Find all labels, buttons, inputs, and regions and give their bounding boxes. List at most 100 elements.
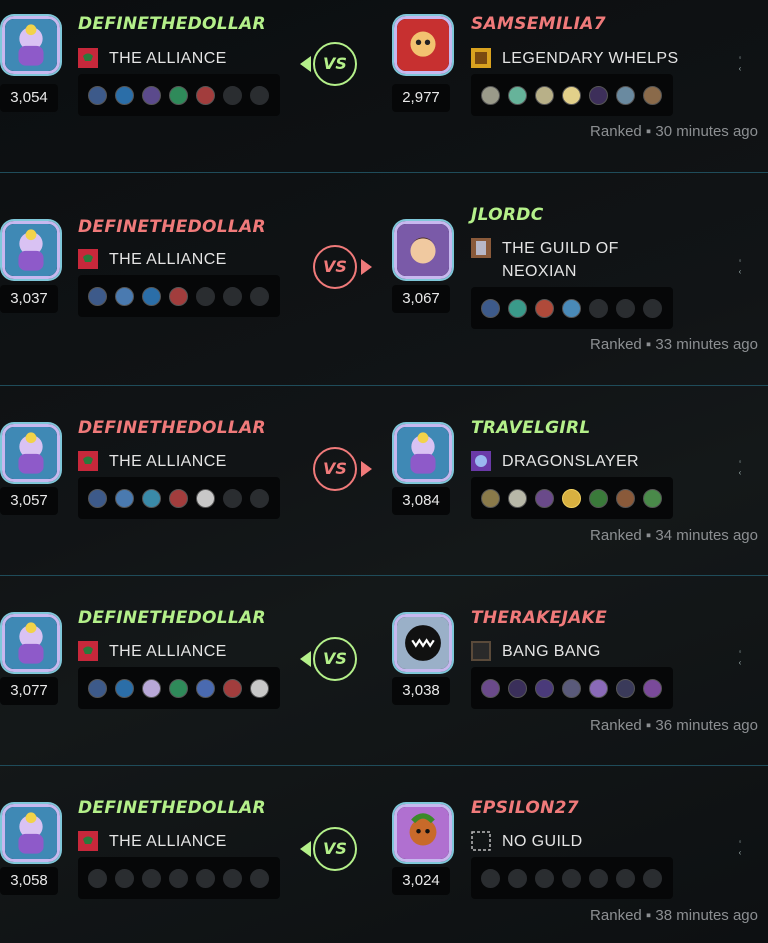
chevron-icon[interactable]: ◦ ‹: [735, 52, 745, 74]
player-name[interactable]: DEFINETHEDOLLAR: [78, 217, 266, 237]
winner-arrow-icon: [361, 461, 372, 477]
unit-icon[interactable]: [142, 286, 161, 306]
unit-icon[interactable]: [142, 488, 161, 508]
opponent-name[interactable]: TRAVELGIRL: [471, 418, 591, 438]
guild-name: LEGENDARY WHELPS: [502, 50, 679, 67]
unit-icon[interactable]: [481, 298, 500, 318]
unit-icon[interactable]: [88, 286, 107, 306]
red-banner-icon: [78, 249, 98, 269]
opponent-guild: NO GUILD: [471, 830, 583, 853]
player-guild: THE ALLIANCE: [78, 830, 227, 853]
unit-icon[interactable]: [115, 488, 134, 508]
player-name[interactable]: DEFINETHEDOLLAR: [78, 14, 266, 34]
team-units: [471, 477, 673, 519]
unit-icon[interactable]: [643, 678, 662, 698]
battle-time: 34 minutes ago: [655, 527, 758, 544]
unit-icon[interactable]: [169, 678, 188, 698]
unit-icon[interactable]: [508, 678, 527, 698]
unit-icon[interactable]: [88, 85, 107, 105]
empty-unit-slot: [616, 298, 635, 318]
empty-unit-slot: [616, 868, 635, 888]
unit-icon[interactable]: [643, 85, 662, 105]
unit-icon[interactable]: [589, 85, 608, 105]
chevron-icon[interactable]: ◦ ‹: [735, 646, 745, 668]
unit-icon[interactable]: [535, 488, 554, 508]
vs-badge[interactable]: VS: [313, 447, 357, 491]
unit-icon[interactable]: [196, 488, 215, 508]
battle-mode: Ranked: [590, 717, 642, 734]
unit-icon[interactable]: [481, 678, 500, 698]
unit-icon[interactable]: [589, 488, 608, 508]
unit-icon[interactable]: [115, 286, 134, 306]
player-name[interactable]: DEFINETHEDOLLAR: [78, 608, 266, 628]
unit-icon[interactable]: [589, 678, 608, 698]
player-name[interactable]: DEFINETHEDOLLAR: [78, 798, 266, 818]
unit-icon[interactable]: [88, 678, 107, 698]
team-units: [78, 667, 280, 709]
unit-icon[interactable]: [88, 488, 107, 508]
unit-icon[interactable]: [142, 678, 161, 698]
unit-icon[interactable]: [169, 286, 188, 306]
opponent-name[interactable]: JLORDC: [471, 205, 543, 225]
unit-icon[interactable]: [196, 678, 215, 698]
battle-time: 30 minutes ago: [655, 123, 758, 140]
unit-icon[interactable]: [196, 85, 215, 105]
dashed-square-icon: [471, 831, 491, 851]
unit-icon[interactable]: [562, 678, 581, 698]
unit-icon[interactable]: [250, 678, 269, 698]
unit-icon[interactable]: [481, 85, 500, 105]
battle-meta: Ranked ▪ 34 minutes ago: [590, 527, 758, 544]
battle-row[interactable]: 3,058 DEFINETHEDOLLAR THE ALLIANCE VS 3,…: [0, 766, 768, 943]
opponent-name[interactable]: THERAKEJAKE: [471, 608, 607, 628]
unit-icon[interactable]: [115, 85, 134, 105]
unit-icon[interactable]: [535, 298, 554, 318]
battle-row[interactable]: 3,057 DEFINETHEDOLLAR THE ALLIANCE VS 3,…: [0, 386, 768, 576]
opponent-name[interactable]: EPSILON27: [471, 798, 579, 818]
unit-icon[interactable]: [508, 298, 527, 318]
purple-shield-icon: [471, 451, 491, 471]
unit-icon[interactable]: [562, 488, 581, 508]
chevron-icon[interactable]: ◦ ‹: [735, 456, 745, 478]
unit-icon[interactable]: [562, 298, 581, 318]
unit-icon[interactable]: [508, 488, 527, 508]
vs-badge[interactable]: VS: [313, 637, 357, 681]
guild-name: THE GUILD OF NEOXIAN: [502, 240, 619, 280]
unit-icon[interactable]: [616, 85, 635, 105]
unit-icon[interactable]: [535, 678, 554, 698]
unit-icon[interactable]: [535, 85, 554, 105]
chevron-icon[interactable]: ◦ ‹: [735, 836, 745, 858]
battle-row[interactable]: 3,077 DEFINETHEDOLLAR THE ALLIANCE VS 3,…: [0, 576, 768, 766]
unit-icon[interactable]: [562, 85, 581, 105]
vs-badge[interactable]: VS: [313, 827, 357, 871]
empty-unit-slot: [223, 488, 242, 508]
unit-icon[interactable]: [643, 488, 662, 508]
player-name[interactable]: DEFINETHEDOLLAR: [78, 418, 266, 438]
unit-icon[interactable]: [142, 85, 161, 105]
empty-unit-slot: [535, 868, 554, 888]
battle-meta: Ranked ▪ 38 minutes ago: [590, 907, 758, 924]
battle-row[interactable]: 3,037 DEFINETHEDOLLAR THE ALLIANCE VS 3,…: [0, 173, 768, 386]
unit-icon[interactable]: [169, 85, 188, 105]
unit-icon[interactable]: [616, 678, 635, 698]
empty-unit-slot: [508, 868, 527, 888]
vs-badge[interactable]: VS: [313, 42, 357, 86]
opponent-guild: THE GUILD OF NEOXIAN: [471, 237, 651, 283]
player-avatar: [2, 804, 60, 862]
unit-icon[interactable]: [115, 678, 134, 698]
opponent-name[interactable]: SAMSEMILIA7: [471, 14, 606, 34]
unit-icon[interactable]: [223, 678, 242, 698]
empty-unit-slot: [643, 298, 662, 318]
player-avatar: [2, 221, 60, 279]
chevron-icon[interactable]: ◦ ‹: [735, 255, 745, 277]
unit-icon[interactable]: [169, 488, 188, 508]
unit-icon[interactable]: [481, 488, 500, 508]
battle-time: 33 minutes ago: [655, 336, 758, 353]
guild-name: NO GUILD: [502, 833, 583, 850]
vs-badge[interactable]: VS: [313, 245, 357, 289]
team-units: [471, 287, 673, 329]
player-guild: THE ALLIANCE: [78, 47, 227, 70]
battle-row[interactable]: 3,054 DEFINETHEDOLLAR THE ALLIANCE VS 2,…: [0, 0, 768, 173]
unit-icon[interactable]: [508, 85, 527, 105]
unit-icon[interactable]: [616, 488, 635, 508]
empty-unit-slot: [589, 868, 608, 888]
